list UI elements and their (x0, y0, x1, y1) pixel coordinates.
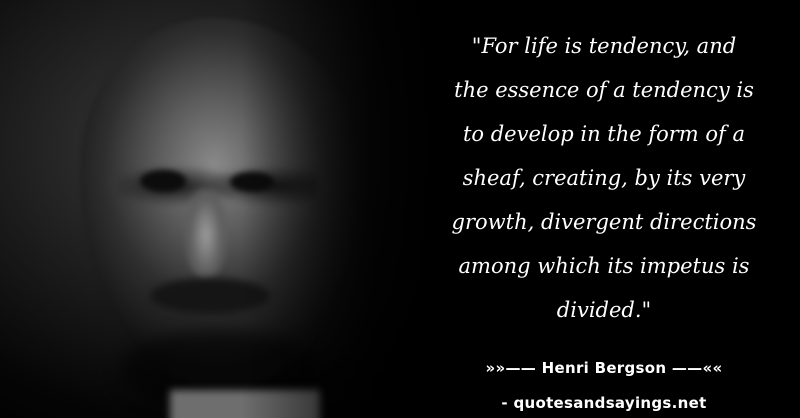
quote-line: the essence of a tendency is (454, 78, 754, 102)
quote-line: to develop in the form of a (462, 122, 746, 146)
quote-line: sheaf, creating, by its very (462, 166, 746, 190)
quote-line: divided." (556, 298, 652, 322)
author-attribution: »»—— Henri Bergson ——«« (485, 359, 723, 377)
author-portrait (0, 0, 440, 418)
quote-text: "For life is tendency, and the essence o… (418, 24, 790, 332)
portrait-fade (0, 0, 440, 418)
source-credit: - quotesandsayings.net (501, 394, 707, 412)
quote-line: growth, divergent directions (451, 210, 757, 234)
quote-line: among which its impetus is (458, 254, 750, 278)
quote-line: "For life is tendency, and (471, 34, 737, 58)
quote-card: "For life is tendency, and the essence o… (0, 0, 800, 418)
